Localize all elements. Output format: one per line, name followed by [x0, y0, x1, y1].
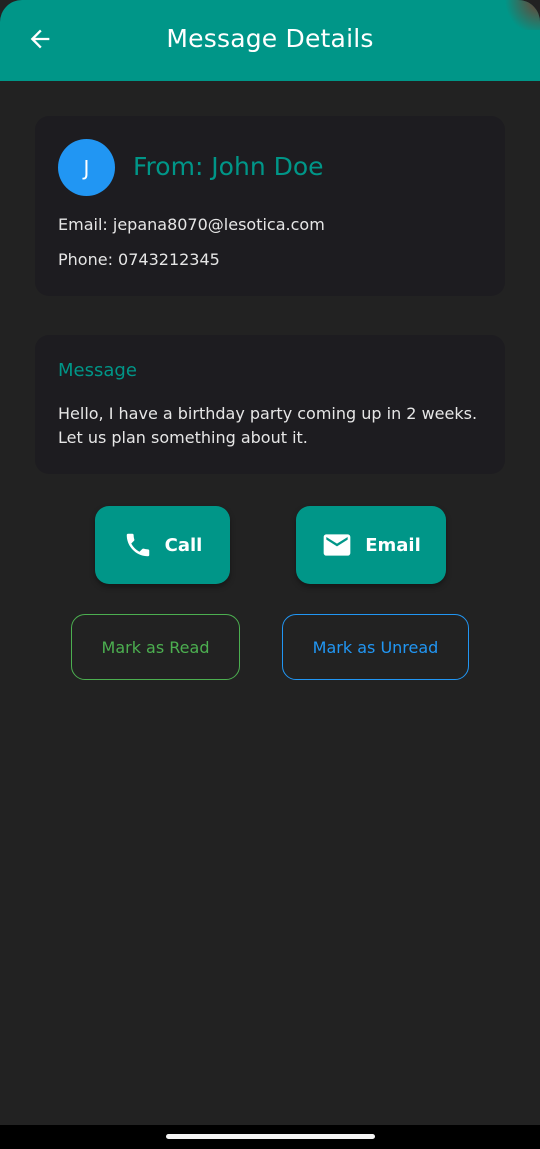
home-indicator[interactable]	[166, 1134, 375, 1139]
sender-phone: Phone: 0743212345	[58, 250, 220, 269]
app-bar: Message Details	[0, 0, 540, 81]
email-label: Email	[365, 534, 421, 556]
page-title: Message Details	[166, 24, 374, 53]
system-navigation-bar	[0, 1125, 540, 1149]
phone-icon	[123, 530, 153, 560]
sender-card: J From: John Doe Email: jepana8070@lesot…	[35, 116, 505, 296]
email-button[interactable]: Email	[296, 506, 446, 584]
call-label: Call	[164, 534, 203, 556]
sender-name: From: John Doe	[133, 152, 324, 181]
call-button[interactable]: Call	[95, 506, 230, 584]
mark-as-read-button[interactable]: Mark as Read	[71, 614, 240, 680]
sender-email: Email: jepana8070@lesotica.com	[58, 215, 325, 234]
message-body: Hello, I have a birthday party coming up…	[58, 404, 478, 447]
avatar: J	[58, 139, 115, 196]
message-heading: Message	[58, 360, 137, 381]
mark-as-unread-button[interactable]: Mark as Unread	[282, 614, 469, 680]
mail-icon	[321, 529, 353, 561]
message-card: Message Hello, I have a birthday party c…	[35, 335, 505, 474]
